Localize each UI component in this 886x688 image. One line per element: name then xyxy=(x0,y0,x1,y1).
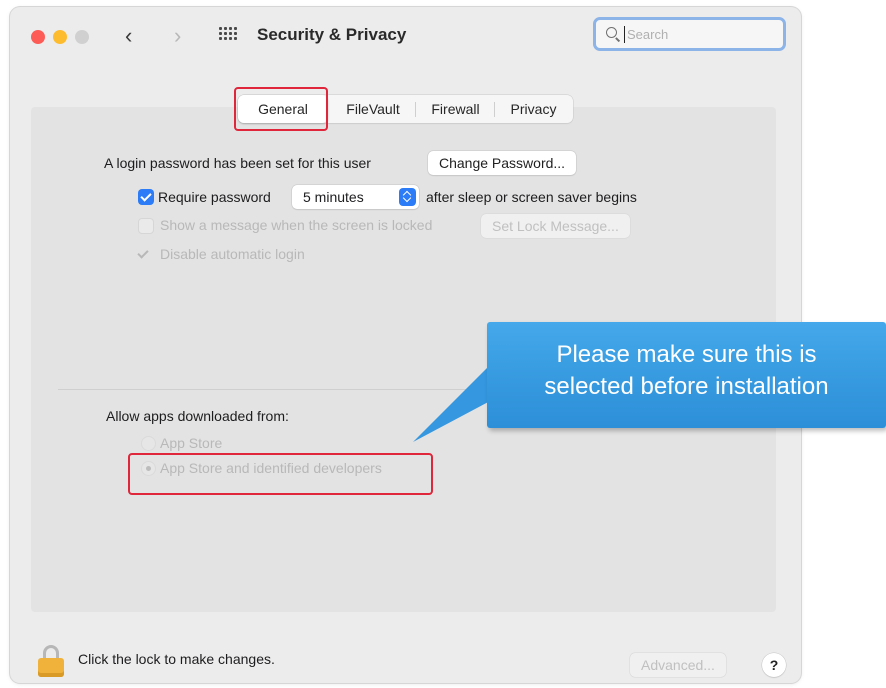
close-window-button[interactable] xyxy=(31,30,45,44)
help-button[interactable]: ? xyxy=(762,653,786,677)
require-password-delay-popup[interactable]: 5 minutes xyxy=(292,185,419,209)
callout-line-2: selected before installation xyxy=(544,373,829,400)
disable-auto-login-label: Disable automatic login xyxy=(160,246,305,262)
require-password-checkbox[interactable] xyxy=(138,189,154,205)
back-button[interactable]: ‹ xyxy=(125,21,132,51)
lock-icon[interactable] xyxy=(38,645,64,677)
instruction-callout: Please make sure this is selected before… xyxy=(487,322,886,428)
tab-privacy[interactable]: Privacy xyxy=(496,95,571,123)
show-message-checkbox[interactable] xyxy=(138,218,154,234)
popup-chevron-icon xyxy=(399,188,416,206)
zoom-window-button[interactable] xyxy=(75,30,89,44)
tab-filevault[interactable]: FileVault xyxy=(331,95,415,123)
require-password-label: Require password xyxy=(158,189,271,205)
radio-app-store[interactable] xyxy=(141,436,156,451)
window-title: Security & Privacy xyxy=(257,25,407,44)
require-password-delay-value: 5 minutes xyxy=(303,189,364,205)
allow-apps-label: Allow apps downloaded from: xyxy=(106,408,289,424)
general-tab-highlight xyxy=(234,87,328,131)
title-bar: ‹ › Security & Privacy Search xyxy=(10,7,801,67)
set-lock-message-button[interactable]: Set Lock Message... xyxy=(481,214,630,238)
minimize-window-button[interactable] xyxy=(53,30,67,44)
callout-line-1: Please make sure this is xyxy=(556,341,817,368)
search-placeholder: Search xyxy=(627,27,669,42)
tab-separator xyxy=(494,102,495,117)
forward-button[interactable]: › xyxy=(174,21,181,51)
search-icon xyxy=(606,27,617,38)
login-password-text: A login password has been set for this u… xyxy=(104,155,371,171)
lock-body xyxy=(38,658,64,677)
show-all-grid-icon[interactable] xyxy=(219,27,237,41)
after-sleep-text: after sleep or screen saver begins xyxy=(426,189,637,205)
advanced-button[interactable]: Advanced... xyxy=(630,653,726,677)
callout-text: Please make sure this is selected before… xyxy=(487,339,886,403)
lock-hint-text: Click the lock to make changes. xyxy=(78,651,275,667)
disable-auto-login-checkbox[interactable] xyxy=(135,246,151,262)
identified-developers-highlight xyxy=(128,453,433,495)
show-message-label: Show a message when the screen is locked xyxy=(160,217,433,233)
radio-app-store-label: App Store xyxy=(160,435,223,451)
change-password-button[interactable]: Change Password... xyxy=(428,151,577,175)
tab-firewall[interactable]: Firewall xyxy=(419,95,492,123)
tab-separator xyxy=(415,102,416,117)
text-caret xyxy=(624,26,625,43)
search-field[interactable]: Search xyxy=(593,17,786,51)
